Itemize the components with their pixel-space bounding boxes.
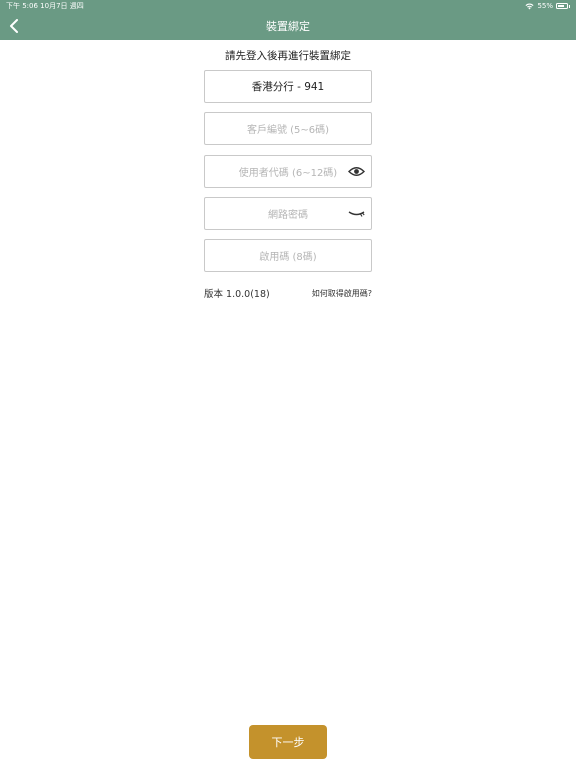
wifi-icon: [525, 3, 534, 9]
nav-bar: 裝置綁定: [0, 12, 576, 40]
eye-closed-icon[interactable]: [348, 208, 365, 220]
version-label: 版本 1.0.0(18): [204, 289, 270, 300]
password-placeholder: 網路密碼: [268, 210, 308, 221]
customer-id-field[interactable]: 客戶編號 (5~6碼): [204, 112, 372, 145]
branch-value: 香港分行 - 941: [251, 81, 325, 93]
customer-id-placeholder: 客戶編號 (5~6碼): [246, 125, 330, 136]
next-button[interactable]: 下一步: [249, 725, 327, 759]
battery-tip: [569, 4, 570, 8]
status-bar: 下午 5:06 10月7日 週四 55%: [0, 0, 576, 12]
battery-percent: 55%: [537, 2, 553, 10]
activation-code-field[interactable]: 啟用碼 (8碼): [204, 239, 372, 272]
user-code-field[interactable]: 使用者代碼 (6~12碼): [204, 155, 372, 188]
branch-selector[interactable]: 香港分行 - 941: [204, 70, 372, 103]
info-row: 版本 1.0.0(18) 如何取得啟用碼?: [204, 286, 372, 301]
status-time-date: 下午 5:06 10月7日 週四: [6, 2, 84, 10]
password-field[interactable]: 網路密碼: [204, 197, 372, 230]
page-title: 裝置綁定: [266, 20, 310, 33]
battery-icon: [556, 3, 568, 9]
chevron-left-icon: [10, 19, 18, 33]
status-indicators: 55%: [525, 2, 570, 10]
activation-code-placeholder: 啟用碼 (8碼): [259, 252, 317, 263]
eye-icon[interactable]: [348, 166, 365, 178]
back-button[interactable]: [4, 16, 24, 36]
user-code-placeholder: 使用者代碼 (6~12碼): [238, 168, 338, 179]
activation-help-link[interactable]: 如何取得啟用碼?: [312, 288, 372, 299]
login-instruction: 請先登入後再進行裝置綁定: [225, 50, 351, 62]
